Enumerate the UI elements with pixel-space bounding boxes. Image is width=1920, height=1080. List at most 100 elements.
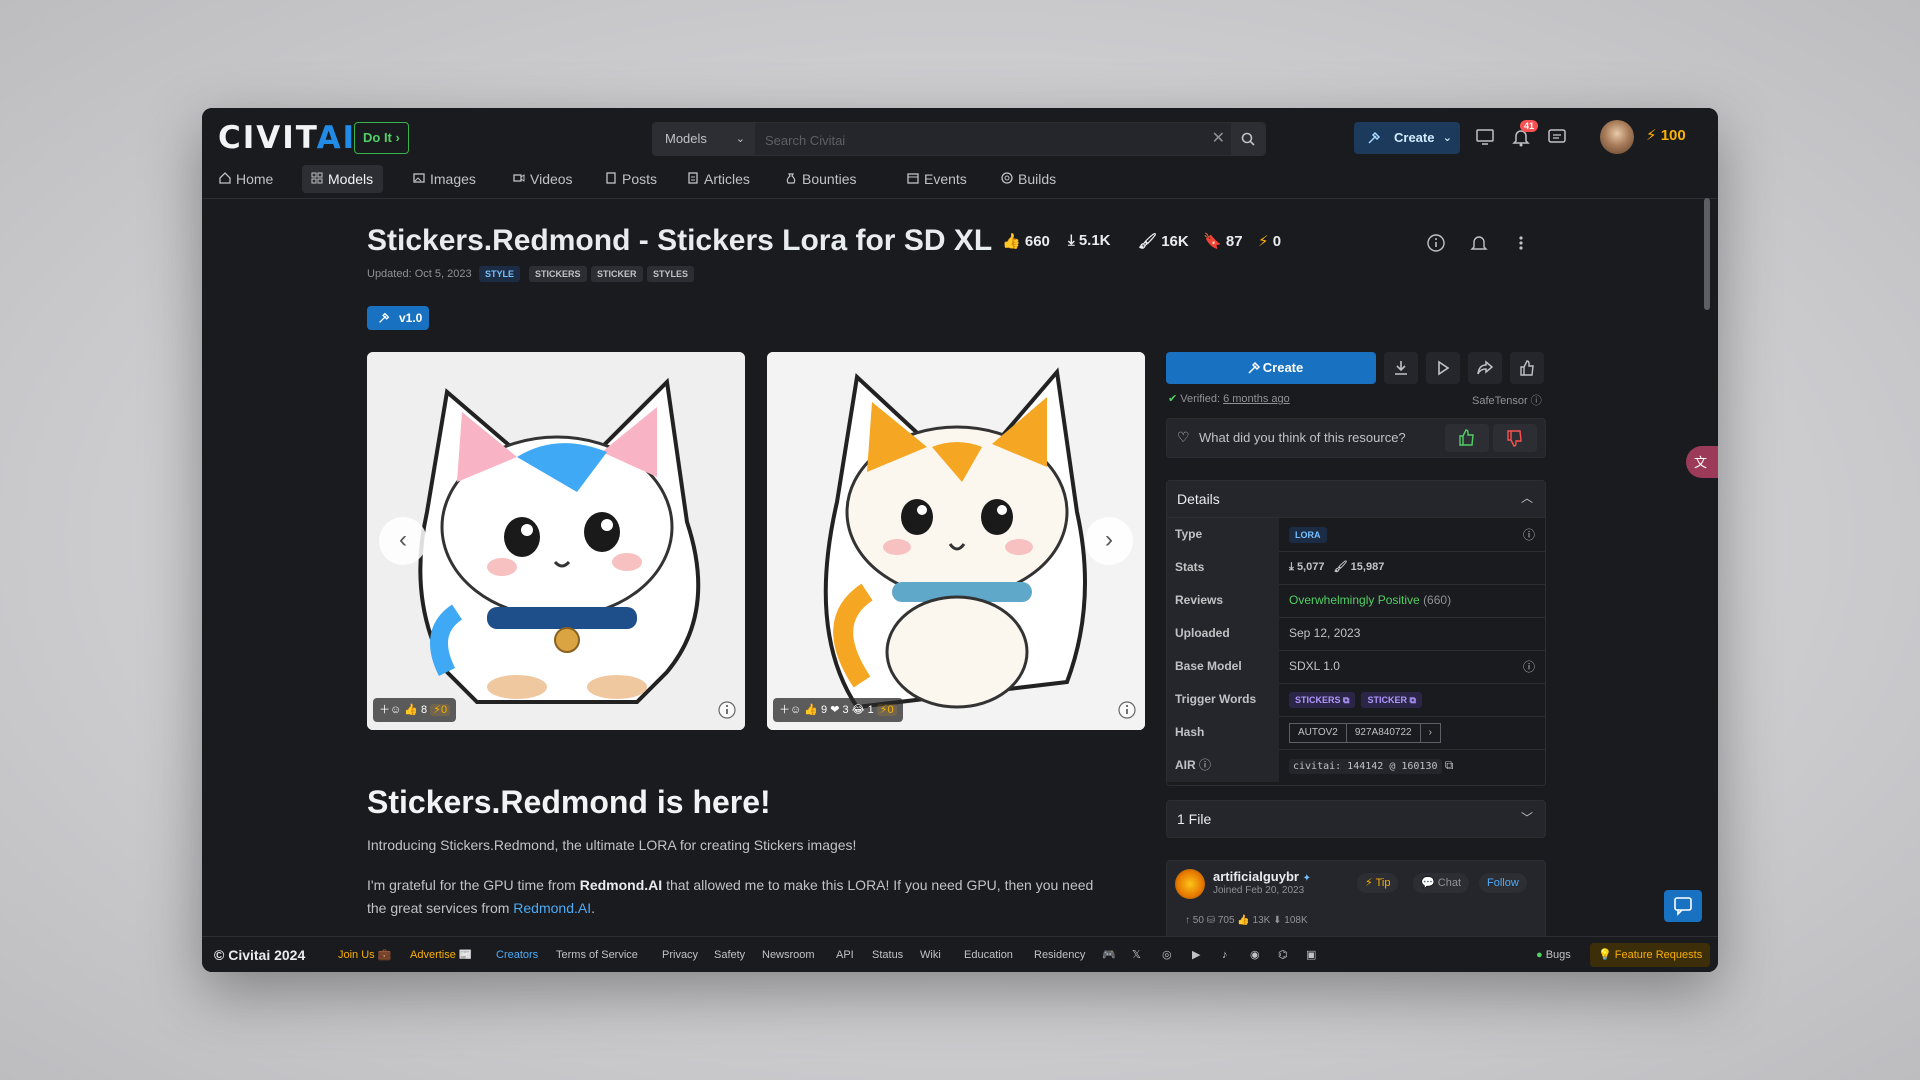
files-title: 1 File (1177, 811, 1212, 827)
nav-item-models[interactable]: Models (302, 165, 384, 193)
creator-name[interactable]: artificialguybr ✦ (1213, 869, 1311, 884)
share-button[interactable] (1468, 352, 1502, 384)
thumbs-up-review-button[interactable] (1445, 424, 1489, 452)
reactions-bar-2[interactable]: ＋☺ 👍 9 ❤ 3 😂 1 ⚡0 (773, 698, 903, 722)
info-icon[interactable]: ⓘ (1523, 526, 1535, 543)
buzz-tip-badge[interactable]: ⚡0 (876, 704, 897, 716)
info-icon[interactable]: ⓘ (1531, 395, 1542, 407)
footer-link-privacy[interactable]: Privacy (662, 937, 698, 972)
buzz-balance[interactable]: ⚡ 100 (1646, 126, 1686, 144)
tag-styles[interactable]: STYLES (647, 266, 695, 282)
search-button[interactable] (1231, 123, 1265, 155)
header-create-button[interactable]: Create ⌄ (1354, 122, 1460, 154)
follow-button[interactable]: Follow (1479, 873, 1527, 893)
info-icon[interactable] (717, 700, 737, 720)
play-button[interactable] (1426, 352, 1460, 384)
discord-icon[interactable]: 🎮 (1102, 937, 1116, 972)
tag-sticker[interactable]: STICKER (591, 266, 643, 282)
tag-style[interactable]: STYLE (479, 266, 521, 282)
article-icon (688, 172, 698, 184)
nav-item-posts[interactable]: Posts (596, 165, 667, 193)
thumbs-down-review-button[interactable] (1493, 424, 1537, 452)
hash-box[interactable]: AUTOV2 927A840722 › (1289, 722, 1441, 743)
scrollbar-thumb[interactable] (1704, 198, 1710, 310)
nav-item-videos[interactable]: Videos (504, 165, 583, 193)
avatar[interactable] (1600, 120, 1634, 154)
chevron-up-icon[interactable]: ︿ (1521, 489, 1533, 506)
x-icon[interactable]: 𝕏 (1132, 937, 1141, 972)
trigger-word-chip[interactable]: STICKERS ⧉ (1289, 692, 1356, 708)
info-icon[interactable]: ⓘ (1523, 658, 1535, 675)
footer-link-creators[interactable]: Creators (496, 937, 538, 972)
search-scope-select[interactable]: Models ⌄ (653, 123, 755, 155)
posts-icon (606, 172, 616, 184)
detail-row-uploaded: Uploaded Sep 12, 2023 (1167, 617, 1545, 651)
nav-item-images[interactable]: Images (404, 165, 486, 193)
reviews-rating[interactable]: Overwhelmingly Positive (1289, 593, 1420, 607)
nav-item-events[interactable]: Events (898, 165, 977, 193)
footer-link-api[interactable]: API (836, 937, 854, 972)
version-button[interactable]: v1.0 (367, 306, 429, 330)
twitch-icon[interactable]: ▣ (1306, 937, 1316, 972)
create-button[interactable]: Create (1166, 352, 1376, 384)
youtube-icon[interactable]: ▶ (1192, 937, 1200, 972)
text-span: that allowed me to make this LORA! If yo… (662, 877, 1094, 893)
tag-stickers[interactable]: STICKERS (529, 266, 587, 282)
instagram-icon[interactable]: ◎ (1162, 937, 1172, 972)
creator-avatar[interactable] (1175, 869, 1205, 899)
verified-when[interactable]: 6 months ago (1223, 393, 1290, 405)
chat-button[interactable]: 💬 Chat (1413, 873, 1470, 893)
info-icon[interactable]: ⓘ (1199, 758, 1211, 772)
chevron-down-icon: ⌄ (735, 133, 745, 145)
buzz-tip-badge[interactable]: ⚡0 (430, 704, 451, 716)
copy-icon[interactable]: ⧉ (1445, 758, 1454, 772)
redmond-link[interactable]: Redmond.AI (513, 900, 591, 916)
footer-link-safety[interactable]: Safety (714, 937, 745, 972)
gallery-prev-button[interactable]: ‹ (379, 517, 427, 565)
like-button[interactable] (1510, 352, 1544, 384)
clear-icon[interactable]: ✕ (1212, 123, 1225, 155)
floating-chat-button[interactable] (1664, 890, 1702, 922)
civitai-logo[interactable]: CIVITAI (218, 120, 356, 156)
info-icon[interactable] (1425, 232, 1447, 254)
footer-link-education[interactable]: Education (964, 937, 1013, 972)
chevron-right-icon[interactable]: › (1419, 723, 1440, 742)
info-icon[interactable] (1117, 700, 1137, 720)
translate-icon: 文 (1694, 455, 1708, 470)
detail-row-reviews: Reviews Overwhelmingly Positive (660) (1167, 584, 1545, 618)
tip-button[interactable]: ⚡ Tip (1357, 873, 1399, 893)
translate-tab-button[interactable]: 文 (1686, 446, 1718, 478)
gallery-next-button[interactable]: › (1085, 517, 1133, 565)
footer-link-status[interactable]: Status (872, 937, 903, 972)
footer-link-wiki[interactable]: Wiki (920, 937, 941, 972)
do-it-button[interactable]: Do It › (354, 122, 409, 154)
more-vertical-icon[interactable] (1510, 232, 1532, 254)
nav-item-articles[interactable]: Articles (678, 165, 760, 193)
footer-link-newsroom[interactable]: Newsroom (762, 937, 815, 972)
github-icon[interactable]: ⌬ (1278, 937, 1288, 972)
feature-requests-button[interactable]: 💡 Feature Requests (1590, 943, 1711, 967)
nav-item-bounties[interactable]: Bounties (776, 165, 866, 193)
reactions-bar-1[interactable]: ＋☺ 👍 8 ⚡0 (373, 698, 457, 722)
download-button[interactable] (1384, 352, 1418, 384)
chat-icon[interactable] (1546, 126, 1568, 148)
reddit-icon[interactable]: ◉ (1250, 937, 1260, 972)
footer-link-advertise[interactable]: Advertise 📰 (410, 937, 473, 972)
nav-item-home[interactable]: Home (210, 165, 283, 193)
search-input[interactable] (763, 123, 1207, 157)
bell-plus-icon[interactable] (1468, 232, 1490, 254)
files-accordion[interactable]: 1 File ﹀ (1166, 800, 1546, 838)
detail-key: Trigger Words (1167, 683, 1279, 716)
trigger-word-chip[interactable]: STICKER ⧉ (1361, 692, 1422, 708)
bugs-link[interactable]: ● Bugs (1536, 937, 1571, 972)
footer-link-join-us[interactable]: Join Us 💼 (338, 937, 391, 972)
details-header[interactable]: Details ︿ (1167, 481, 1545, 518)
nav-item-label: Models (328, 171, 374, 187)
tiktok-icon[interactable]: ♪ (1222, 937, 1228, 972)
detail-key: Stats (1167, 551, 1279, 584)
scrollbar[interactable] (1704, 198, 1710, 934)
monitor-icon[interactable] (1474, 126, 1496, 148)
nav-item-builds[interactable]: Builds (992, 165, 1066, 193)
footer-link-residency[interactable]: Residency (1034, 937, 1085, 972)
footer-link-terms[interactable]: Terms of Service (556, 937, 638, 972)
